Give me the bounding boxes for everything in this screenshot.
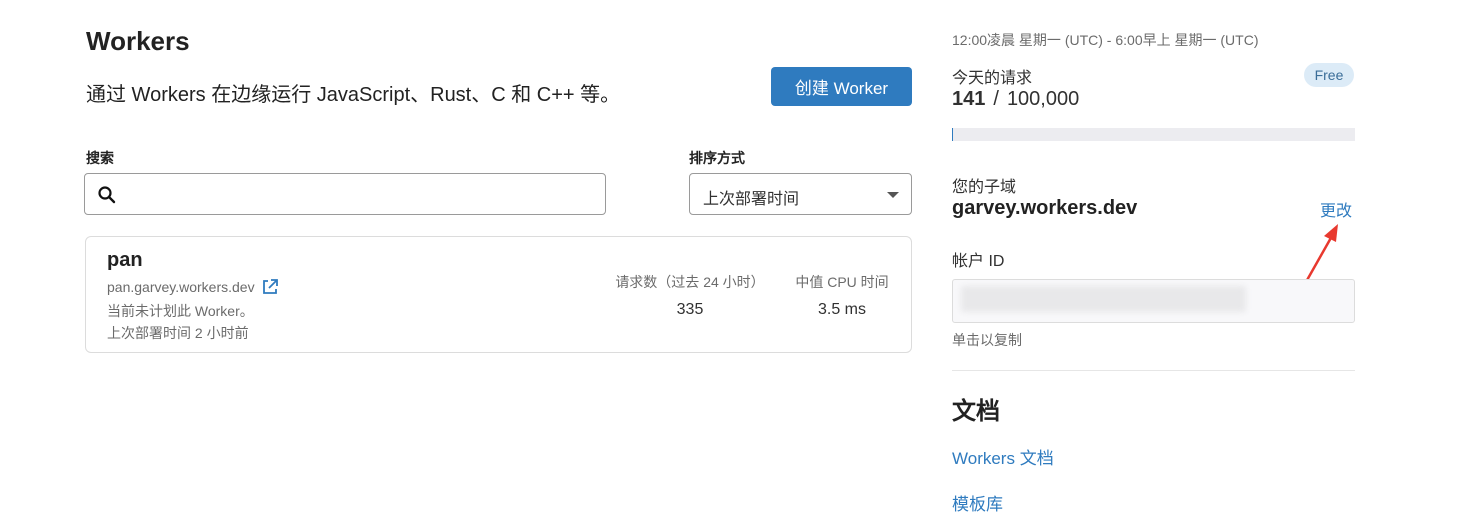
worker-card[interactable]: pan pan.garvey.workers.dev 当前未计划此 Worker… [85, 236, 912, 353]
copy-hint: 单击以复制 [952, 332, 1022, 348]
worker-requests-stat: 请求数（过去 24 小时） 335 [606, 272, 774, 319]
search-icon [98, 186, 116, 204]
worker-name[interactable]: pan [107, 249, 143, 272]
external-link-icon[interactable] [261, 278, 279, 296]
account-id-label: 帐户 ID [952, 253, 1005, 270]
requests-value: 335 [676, 301, 704, 318]
sort-selected-value: 上次部署时间 [703, 191, 800, 208]
page-subtitle: 通过 Workers 在边缘运行 JavaScript、Rust、C 和 C++… [86, 84, 621, 106]
requests-label: 请求数（过去 24 小时） [615, 274, 765, 290]
sort-select[interactable]: 上次部署时间 [689, 173, 912, 215]
account-id-redacted [961, 286, 1246, 312]
search-input[interactable] [127, 180, 597, 208]
page-title: Workers [86, 26, 190, 56]
plan-badge: Free [1304, 63, 1354, 87]
request-count: 141 / 100,000 [952, 88, 1079, 111]
sort-label: 排序方式 [689, 150, 745, 166]
workers-docs-link[interactable]: Workers 文档 [952, 444, 1054, 469]
requests-limit: 100,000 [1006, 88, 1080, 110]
requests-separator: / [993, 88, 999, 110]
search-label: 搜索 [86, 150, 114, 166]
divider [952, 370, 1355, 371]
worker-schedule-note: 当前未计划此 Worker。 [107, 303, 254, 319]
usage-progress-bar [952, 128, 1355, 141]
worker-cpu-stat: 中值 CPU 时间 3.5 ms [786, 272, 898, 319]
search-field[interactable] [84, 173, 606, 215]
subdomain-label: 您的子域 [952, 179, 1017, 196]
template-gallery-link[interactable]: 模板库 [952, 490, 1003, 515]
chevron-down-icon [887, 192, 899, 198]
requests-used: 141 [952, 88, 986, 110]
worker-url[interactable]: pan.garvey.workers.dev [107, 279, 255, 295]
subdomain-value: garvey.workers.dev [952, 197, 1138, 219]
worker-last-deploy: 上次部署时间 2 小时前 [107, 325, 249, 341]
change-subdomain-link[interactable]: 更改 [1320, 197, 1352, 221]
cpu-value: 3.5 ms [817, 301, 866, 318]
account-id-field[interactable] [952, 279, 1355, 323]
usage-time-range: 12:00凌晨 星期一 (UTC) - 6:00早上 星期一 (UTC) [952, 32, 1259, 48]
create-worker-button[interactable]: 创建 Worker [771, 67, 912, 106]
docs-title: 文档 [952, 398, 1000, 425]
cpu-label: 中值 CPU 时间 [795, 274, 889, 290]
usage-progress-fill [952, 128, 953, 141]
today-requests-label: 今天的请求 [952, 70, 1033, 87]
worker-url-row: pan.garvey.workers.dev [107, 278, 279, 296]
